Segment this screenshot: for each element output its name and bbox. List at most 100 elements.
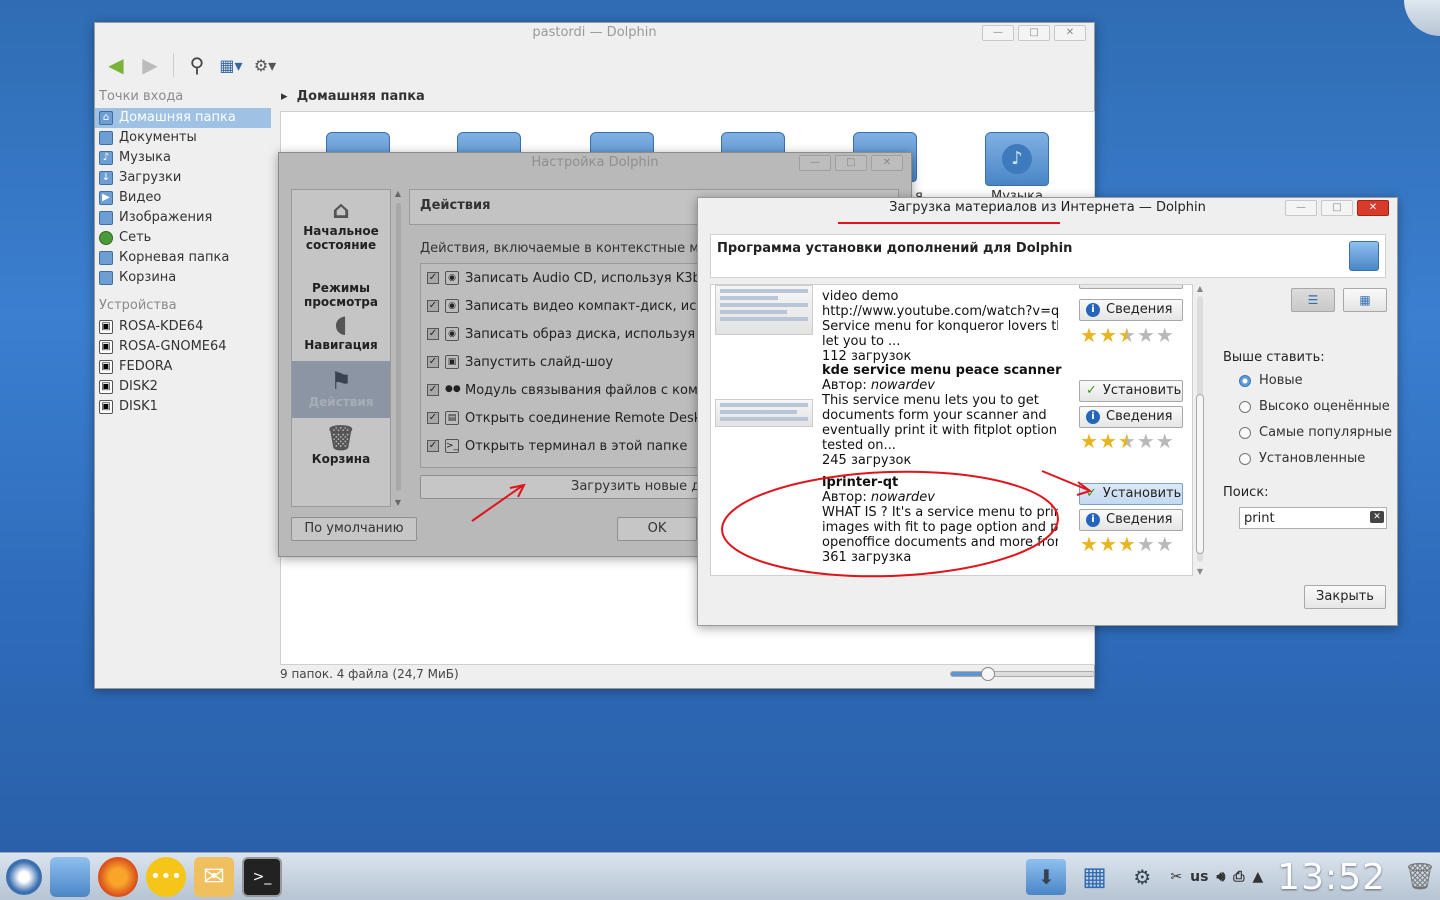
checkbox[interactable]: ✓ xyxy=(427,440,439,452)
icon-view-button[interactable]: ▦ xyxy=(1343,288,1387,312)
scroll-up-icon[interactable]: ▲ xyxy=(1194,284,1206,293)
system-settings-icon[interactable]: ⚙ xyxy=(1122,859,1162,895)
places-item-downloads[interactable]: ↓ Загрузки xyxy=(95,168,275,188)
install-button[interactable]: ✓ Установить xyxy=(1079,380,1183,402)
sort-option-rating[interactable]: Высоко оценённые xyxy=(1239,399,1390,414)
places-item-documents[interactable]: Документы xyxy=(95,128,275,148)
zoom-slider[interactable] xyxy=(950,667,1095,681)
firefox-icon[interactable] xyxy=(98,856,138,897)
scroll-down-icon[interactable]: ▼ xyxy=(393,498,403,507)
checkbox[interactable]: ✓ xyxy=(427,300,439,312)
music-folder-icon[interactable]: ♪ xyxy=(985,132,1049,186)
settings-titlebar[interactable]: Настройка Dolphin — □ ✕ xyxy=(279,153,911,175)
radio-button[interactable] xyxy=(1239,426,1251,439)
checkbox[interactable]: ✓ xyxy=(427,272,439,284)
breadcrumb[interactable]: ▸ Домашняя папка xyxy=(281,89,425,104)
category-startup[interactable]: ⌂ Начальное состояние xyxy=(292,190,390,252)
sort-option-installed[interactable]: Установленные xyxy=(1239,451,1365,466)
category-scrollbar[interactable]: ▲ ▼ xyxy=(393,189,403,507)
radio-button[interactable] xyxy=(1239,374,1251,387)
minimize-button[interactable]: — xyxy=(982,25,1014,41)
list-view-button[interactable]: ☰ xyxy=(1291,288,1335,312)
settings-menu-icon[interactable]: ⚙▾ xyxy=(250,50,280,80)
ok-button[interactable]: OK xyxy=(617,517,697,541)
close-button[interactable]: ✕ xyxy=(1054,25,1086,41)
install-button[interactable]: ✓ Установить xyxy=(1079,483,1183,505)
device-notifier-icon[interactable]: ⬇ xyxy=(1026,859,1067,895)
ghns-titlebar[interactable]: Загрузка материалов из Интернета — Dolph… xyxy=(698,198,1397,220)
close-dialog-button[interactable]: Закрыть xyxy=(1304,585,1386,609)
minimize-button[interactable]: — xyxy=(799,155,831,171)
scrollbar-handle[interactable] xyxy=(1196,394,1204,554)
scroll-up-icon[interactable]: ▲ xyxy=(393,189,403,198)
ghns-header: Программа установки дополнений для Dolph… xyxy=(710,234,1386,278)
tray-expand-icon[interactable]: ▲ xyxy=(1252,869,1263,885)
places-item-music[interactable]: ♪ Музыка xyxy=(95,148,275,168)
rating-stars[interactable]: ★ ★ ★ ★ ★ xyxy=(1080,431,1174,451)
maximize-button[interactable]: □ xyxy=(835,155,867,171)
category-view-modes[interactable]: Режимы просмотра xyxy=(292,247,390,309)
places-item-trash[interactable]: Корзина xyxy=(95,268,275,288)
defaults-button[interactable]: По умолчанию xyxy=(291,517,417,541)
entry-line: WHAT IS ? It's a service menu to print xyxy=(822,505,1058,520)
rating-stars[interactable]: ★ ★ ★ ★ ★ xyxy=(1080,325,1174,345)
rating-stars[interactable]: ★ ★ ★ ★ ★ xyxy=(1080,534,1174,554)
entries-scrollbar[interactable]: ▲ ▼ xyxy=(1194,284,1206,576)
category-actions[interactable]: ⚑ Действия xyxy=(292,361,390,418)
scroll-down-icon[interactable]: ▼ xyxy=(1194,567,1206,576)
sort-option-popular[interactable]: Самые популярные xyxy=(1239,425,1392,440)
close-button[interactable]: ✕ xyxy=(1357,200,1389,216)
close-button[interactable]: ✕ xyxy=(871,155,903,171)
places-item-network[interactable]: Сеть xyxy=(95,228,275,248)
keyboard-layout[interactable]: us xyxy=(1190,869,1208,885)
clear-search-icon[interactable]: ✕ xyxy=(1370,511,1384,523)
device-item-disk1[interactable]: ▣ DISK1 xyxy=(95,397,275,417)
clipboard-icon[interactable]: ✂ xyxy=(1170,869,1182,885)
trash-icon[interactable]: 🗑 xyxy=(1400,859,1440,895)
places-item-video[interactable]: ▶ Видео xyxy=(95,188,275,208)
places-item-label: Музыка xyxy=(119,150,171,165)
search-icon[interactable]: ⚲ xyxy=(182,50,212,80)
terminal-icon[interactable]: >_ xyxy=(242,856,282,897)
details-button[interactable]: i Сведения xyxy=(1079,509,1183,531)
device-item-disk2[interactable]: ▣ DISK2 xyxy=(95,377,275,397)
device-item-rosa-kde64[interactable]: ▣ ROSA-KDE64 xyxy=(95,317,275,337)
volume-icon[interactable]: 🔊︎ xyxy=(1216,869,1225,885)
dolphin-titlebar[interactable]: pastordi — Dolphin — □ ✕ xyxy=(95,23,1094,45)
device-item-fedora[interactable]: ▣ FEDORA xyxy=(95,357,275,377)
forward-icon[interactable]: ▶ xyxy=(135,50,165,80)
checkbox[interactable]: ✓ xyxy=(427,328,439,340)
checkbox[interactable]: ✓ xyxy=(427,412,439,424)
category-navigation[interactable]: ◖ Навигация xyxy=(292,304,390,361)
printer-icon[interactable]: ⎙ xyxy=(1233,869,1244,885)
entry-line: let you to ... xyxy=(822,334,901,349)
search-input[interactable] xyxy=(1239,507,1387,529)
desktop-corner-button[interactable] xyxy=(1404,0,1440,36)
chat-icon[interactable]: ••• xyxy=(146,856,186,897)
sort-option-newest[interactable]: Новые xyxy=(1239,373,1303,388)
checkbox[interactable]: ✓ xyxy=(427,356,439,368)
view-mode-icon[interactable]: ▦▾ xyxy=(216,50,246,80)
radio-button[interactable] xyxy=(1239,400,1251,413)
pager-icon[interactable]: ▦ xyxy=(1074,859,1114,895)
maximize-button[interactable]: □ xyxy=(1018,25,1050,41)
launcher-menu-icon[interactable] xyxy=(6,858,42,895)
places-item-pictures[interactable]: Изображения xyxy=(95,208,275,228)
places-item-home[interactable]: ⌂ Домашняя папка xyxy=(95,108,271,128)
radio-button[interactable] xyxy=(1239,452,1251,465)
zoom-slider-handle[interactable] xyxy=(981,667,995,681)
category-trash[interactable]: 🗑 Корзина xyxy=(292,418,390,475)
back-icon[interactable]: ◀ xyxy=(101,50,131,80)
file-manager-icon[interactable] xyxy=(50,856,90,897)
entries-list[interactable]: video demo http://www.youtube.com/watch?… xyxy=(710,284,1193,576)
checkbox[interactable]: ✓ xyxy=(427,384,439,396)
mail-icon[interactable]: ✉ xyxy=(194,856,234,897)
details-button[interactable]: i Сведения xyxy=(1079,299,1183,321)
places-item-root[interactable]: Корневая папка xyxy=(95,248,275,268)
install-button[interactable]: ✓ Установить xyxy=(1079,285,1183,289)
minimize-button[interactable]: — xyxy=(1285,200,1317,216)
details-button[interactable]: i Сведения xyxy=(1079,406,1183,428)
device-item-rosa-gnome64[interactable]: ▣ ROSA-GNOME64 xyxy=(95,337,275,357)
clock[interactable]: 13:52 xyxy=(1277,857,1386,898)
maximize-button[interactable]: □ xyxy=(1321,200,1353,216)
